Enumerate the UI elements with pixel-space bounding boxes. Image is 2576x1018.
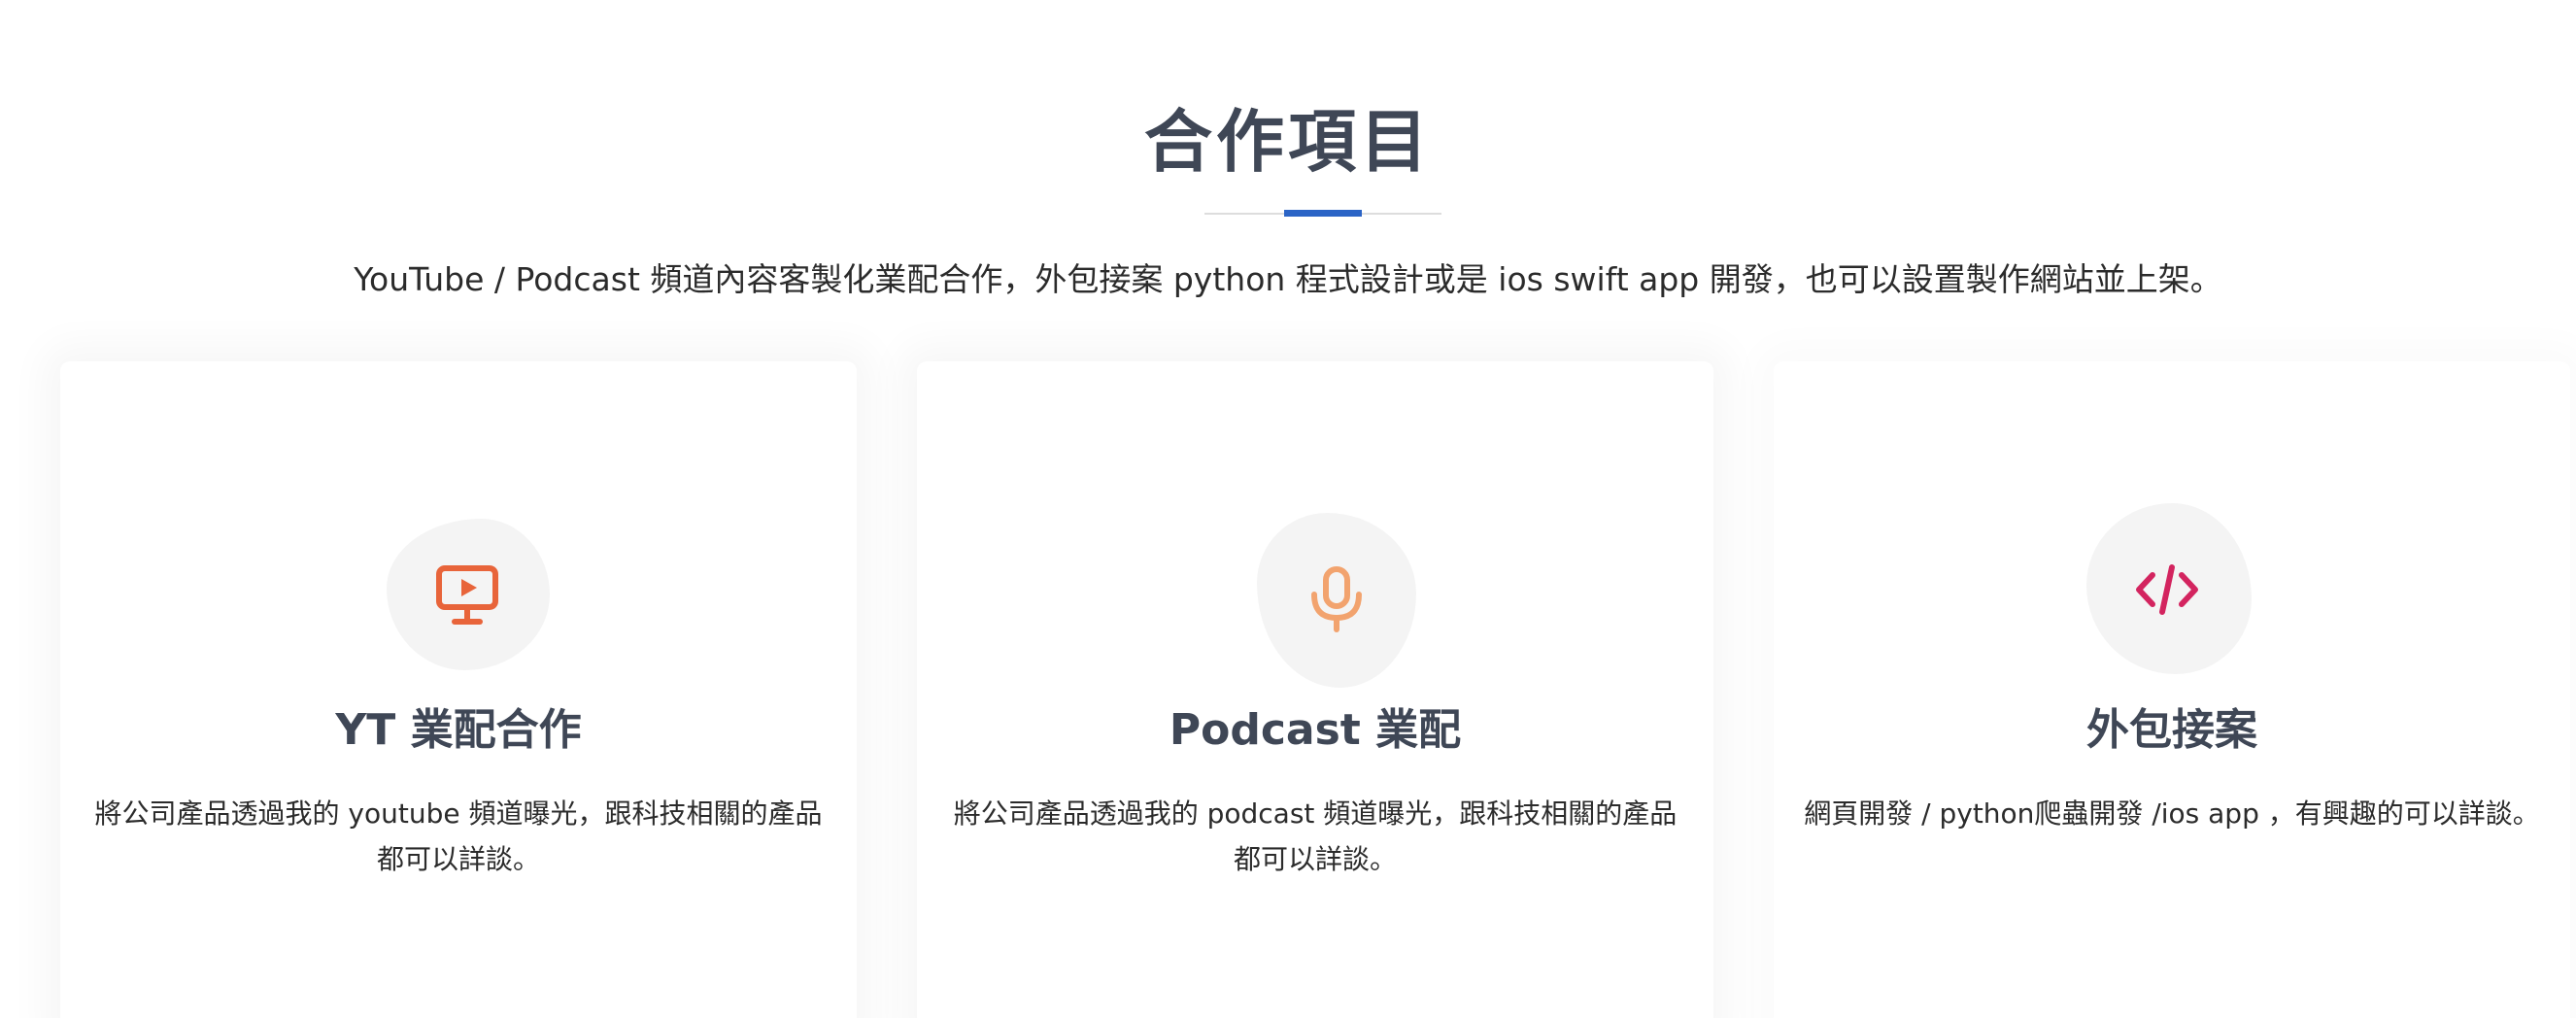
card-description: 將公司產品透過我的 podcast 頻道曝光，跟科技相關的產品都可以詳談。 — [953, 797, 1678, 875]
card-description: 網頁開發 / python爬蟲開發 /ios app ，有興趣的可以詳談。 — [1804, 797, 2540, 830]
service-card-outsourcing: 外包接案 網頁開發 / python爬蟲開發 /ios app ，有興趣的可以詳… — [1774, 361, 2570, 1018]
code-icon — [2136, 564, 2198, 615]
services-section: 合作項目 YouTube / Podcast 頻道內容客製化業配合作，外包接案 … — [0, 0, 2576, 1018]
title-accent-bar — [1284, 210, 1362, 217]
card-description: 將公司產品透過我的 youtube 頻道曝光，跟科技相關的產品都可以詳談。 — [94, 797, 823, 875]
section-description: YouTube / Podcast 頻道內容客製化業配合作，外包接案 pytho… — [354, 260, 2222, 298]
service-card-youtube: YT 業配合作 將公司產品透過我的 youtube 頻道曝光，跟科技相關的產品都… — [60, 361, 857, 1018]
card-title: YT 業配合作 — [335, 705, 582, 755]
card-title: 外包接案 — [2086, 705, 2257, 755]
section-title: 合作項目 — [1144, 102, 1432, 182]
card-title: Podcast 業配 — [1169, 705, 1462, 755]
microphone-icon — [1311, 566, 1362, 632]
monitor-play-icon — [436, 565, 498, 625]
service-card-podcast: Podcast 業配 將公司產品透過我的 podcast 頻道曝光，跟科技相關的… — [917, 361, 1713, 1018]
